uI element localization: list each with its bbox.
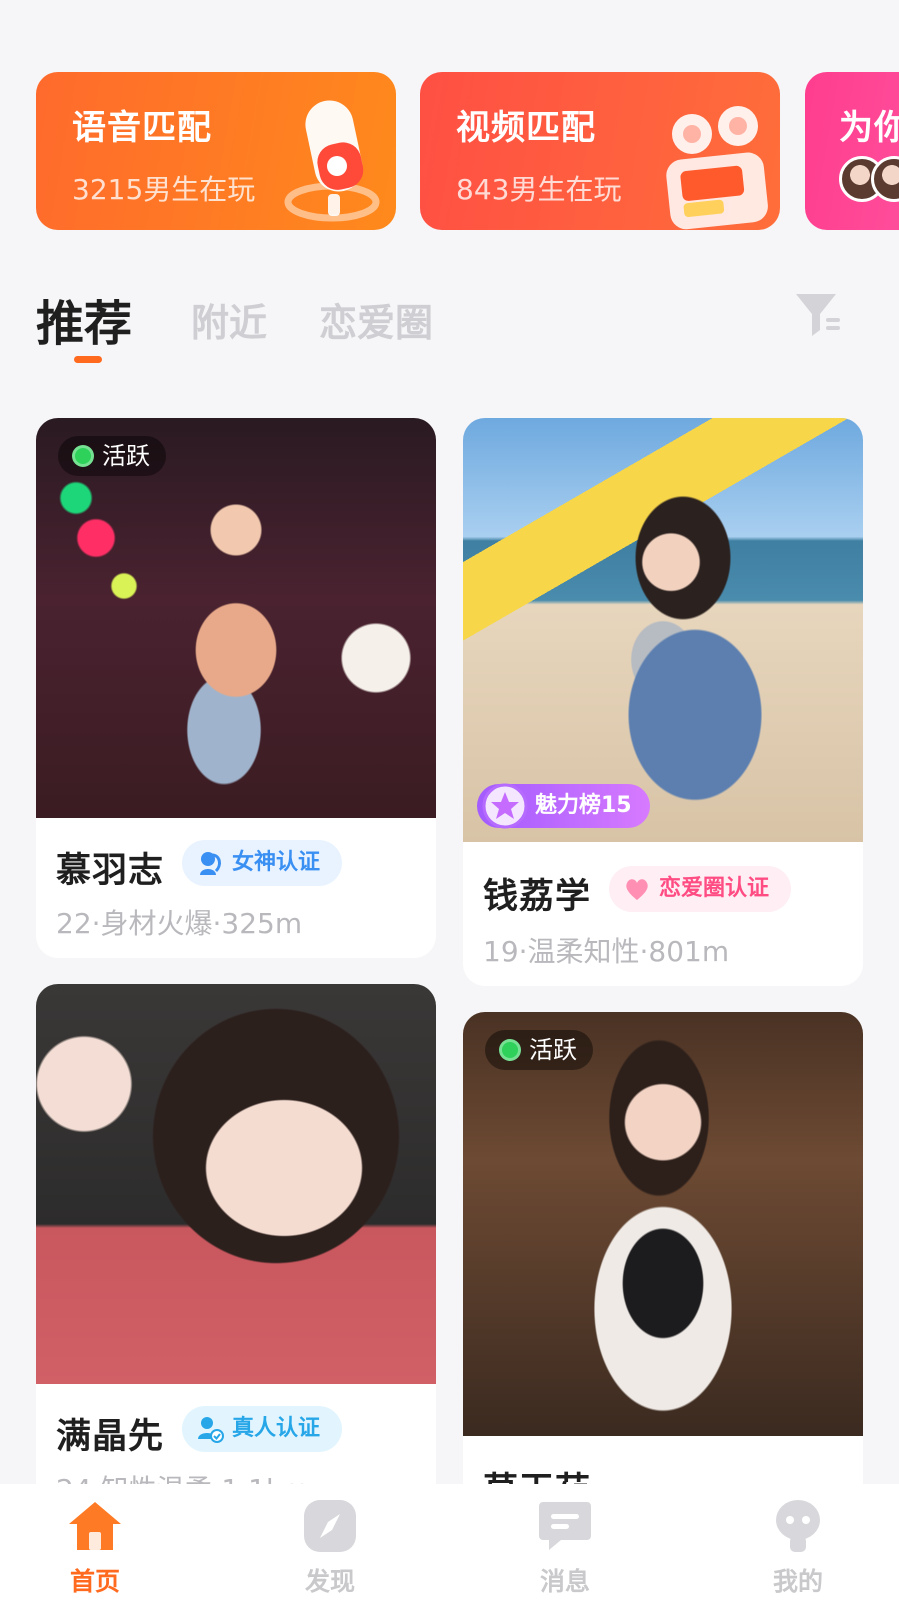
- heart-icon: [626, 879, 648, 900]
- love-circle-verified-badge: 恋爱圈认证: [609, 866, 792, 912]
- badge-label: 真人认证: [232, 1416, 321, 1441]
- online-dot-icon: [72, 445, 94, 467]
- tab-nearby[interactable]: 附近: [191, 292, 267, 347]
- nav-home[interactable]: 首页: [35, 1498, 155, 1598]
- profile-photo[interactable]: 活跃: [463, 1012, 863, 1436]
- voice-match-subtitle: 3215男生在玩: [72, 173, 256, 206]
- tab-love-circle[interactable]: 恋爱圈: [319, 292, 433, 347]
- nav-label: 发现: [304, 1567, 355, 1596]
- card-info: 慕羽志 女神认证 22·身材火爆·325m: [36, 818, 436, 958]
- feed-card[interactable]: 魅力榜15 钱荔学 恋爱圈认证 19·温柔知性·801m: [463, 418, 863, 986]
- active-status-badge: 活跃: [58, 436, 166, 476]
- user-name: 钱荔学: [483, 877, 592, 917]
- nav-label: 消息: [539, 1567, 590, 1596]
- online-dot-icon: [499, 1039, 521, 1061]
- home-icon: [69, 1502, 121, 1550]
- compass-icon: [304, 1500, 356, 1552]
- nav-discover[interactable]: 发现: [270, 1498, 390, 1598]
- charm-rank-badge: 魅力榜15: [477, 783, 650, 829]
- bottom-navigation: 首页 发现 消息 我的: [0, 1484, 899, 1600]
- feed-card[interactable]: 满晶先 真人认证 24·知性温柔·1.1km: [36, 984, 436, 1514]
- badge-label: 女神认证: [232, 850, 321, 875]
- video-match-subtitle: 843男生在玩: [456, 173, 622, 206]
- nav-label: 我的: [772, 1567, 823, 1596]
- feed-tabs: 推荐 附近 恋爱圈: [36, 284, 866, 364]
- user-name: 慕羽志: [56, 851, 165, 891]
- profile-photo-image: [463, 418, 863, 842]
- charm-rank-label: 魅力榜15: [535, 793, 632, 818]
- for-you-title: 为你: [839, 108, 899, 148]
- message-icon: [539, 1502, 591, 1550]
- for-you-banner[interactable]: 为你: [805, 72, 899, 230]
- active-status-label: 活跃: [529, 1036, 577, 1064]
- feed-card[interactable]: 活跃 莫玉茹: [463, 1012, 863, 1512]
- profile-photo[interactable]: 魅力榜15: [463, 418, 863, 842]
- active-status-label: 活跃: [102, 442, 150, 470]
- badge-label: 恋爱圈认证: [659, 876, 770, 901]
- profile-photo[interactable]: 活跃: [36, 418, 436, 818]
- goddess-verified-badge: 女神认证: [182, 840, 343, 886]
- user-name: 满晶先: [56, 1417, 165, 1457]
- nav-profile[interactable]: 我的: [738, 1498, 858, 1598]
- profile-photo-image: [36, 418, 436, 818]
- profile-icon: [776, 1500, 820, 1552]
- active-status-badge: 活跃: [485, 1030, 593, 1070]
- real-person-verified-badge: 真人认证: [182, 1406, 343, 1452]
- user-meta: 22·身材火爆·325m: [56, 907, 303, 940]
- profile-photo-image: [36, 984, 436, 1384]
- video-match-banner[interactable]: 视频匹配 843男生在玩: [420, 72, 780, 230]
- filter-icon[interactable]: [792, 290, 844, 340]
- nav-messages[interactable]: 消息: [505, 1498, 625, 1598]
- star-icon: [482, 783, 528, 829]
- video-match-title: 视频匹配: [456, 108, 596, 148]
- active-tab-indicator: [74, 356, 102, 363]
- profile-photo-image: [463, 1012, 863, 1436]
- nav-label: 首页: [69, 1567, 120, 1596]
- video-camera-icon: [666, 106, 768, 230]
- goddess-icon: [200, 852, 221, 875]
- feed-card[interactable]: 活跃 慕羽志 女神认证 22·身材火爆·325m: [36, 418, 436, 958]
- user-meta: 19·温柔知性·801m: [483, 935, 730, 968]
- voice-match-banner[interactable]: 语音匹配 3215男生在玩: [36, 72, 396, 230]
- profile-photo[interactable]: [36, 984, 436, 1384]
- verified-person-icon: [198, 1417, 224, 1443]
- match-banners: 语音匹配 3215男生在玩 视频匹配 843男生在玩 为你: [0, 0, 899, 250]
- microphone-icon: [284, 100, 380, 222]
- card-info: 钱荔学 恋爱圈认证 19·温柔知性·801m: [463, 842, 863, 986]
- voice-match-title: 语音匹配: [72, 108, 212, 148]
- tab-recommend[interactable]: 推荐: [36, 284, 132, 354]
